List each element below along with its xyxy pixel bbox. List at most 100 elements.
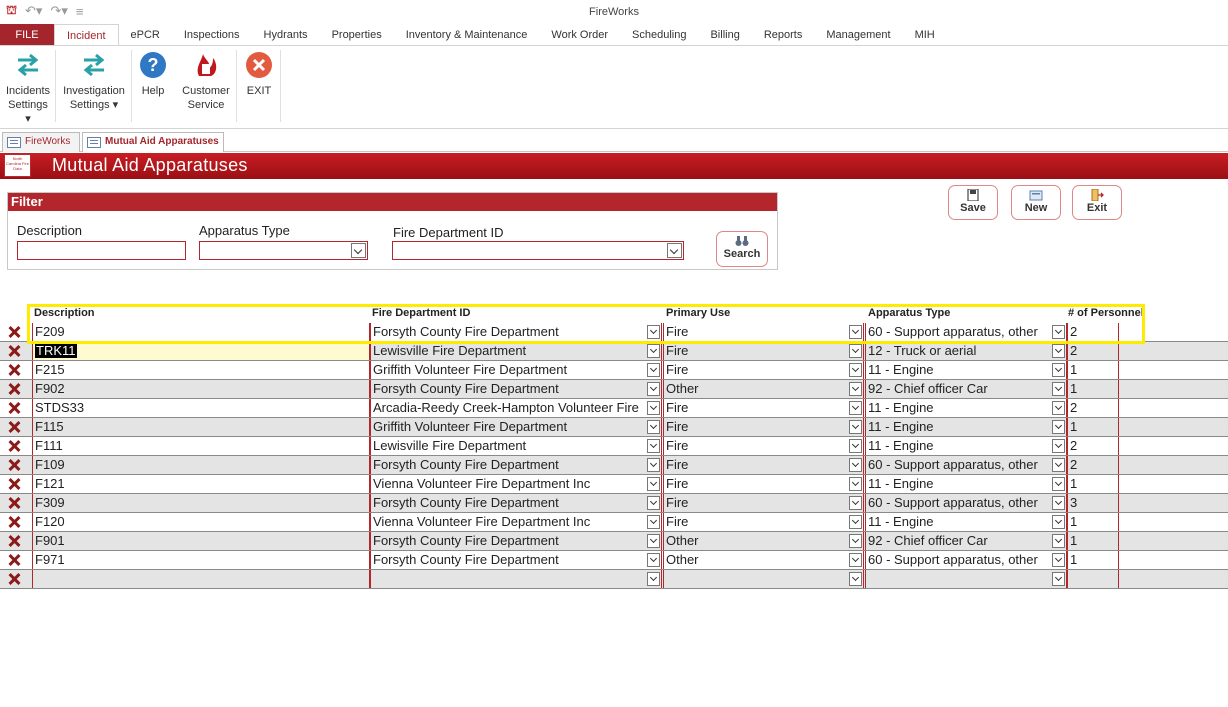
cell-personnel[interactable]: 3 (1067, 494, 1119, 512)
delete-row-icon[interactable] (6, 495, 22, 511)
delete-row-icon[interactable] (6, 324, 22, 340)
cell-type[interactable]: 11 - Engine (865, 418, 1067, 436)
cell-personnel[interactable]: 2 (1067, 456, 1119, 474)
cell-dept[interactable]: Griffith Volunteer Fire Department (370, 361, 662, 379)
cell-dept[interactable]: Forsyth County Fire Department (370, 380, 662, 398)
table-row[interactable] (0, 570, 1228, 589)
chevron-down-icon[interactable] (667, 243, 682, 258)
cell-personnel[interactable]: 1 (1067, 418, 1119, 436)
cell-description[interactable]: F115 (32, 418, 370, 436)
delete-row-icon[interactable] (6, 533, 22, 549)
cell-dept[interactable] (370, 570, 662, 588)
cell-personnel[interactable]: 2 (1067, 342, 1119, 360)
cell-use[interactable]: Other (663, 551, 864, 569)
delete-row-icon[interactable] (6, 400, 22, 416)
chevron-down-icon[interactable] (647, 344, 660, 358)
cell-personnel[interactable]: 2 (1067, 323, 1119, 341)
cell-use[interactable]: Fire (663, 418, 864, 436)
table-row[interactable]: F902 Forsyth County Fire Department Other 9… (0, 380, 1228, 399)
delete-row-icon[interactable] (6, 476, 22, 492)
chevron-down-icon[interactable] (849, 325, 862, 339)
cell-personnel[interactable]: 2 (1067, 399, 1119, 417)
table-row[interactable]: F309 Forsyth County Fire Department Fire 60… (0, 494, 1228, 513)
description-filter-input[interactable] (17, 241, 186, 260)
delete-row-icon[interactable] (6, 457, 22, 473)
chevron-down-icon[interactable] (1052, 363, 1065, 377)
chevron-down-icon[interactable] (647, 382, 660, 396)
chevron-down-icon[interactable] (849, 401, 862, 415)
cell-type[interactable]: 12 - Truck or aerial (865, 342, 1067, 360)
cell-type[interactable]: 60 - Support apparatus, other (865, 323, 1067, 341)
cell-dept[interactable]: Forsyth County Fire Department (370, 323, 662, 341)
chevron-down-icon[interactable] (1052, 382, 1065, 396)
chevron-down-icon[interactable] (1052, 458, 1065, 472)
cell-description[interactable]: F971 (32, 551, 370, 569)
chevron-down-icon[interactable] (647, 325, 660, 339)
doc-tab-fireworks[interactable]: FireWorks (2, 132, 80, 152)
cell-personnel[interactable] (1067, 570, 1119, 588)
cell-dept[interactable]: Forsyth County Fire Department (370, 456, 662, 474)
chevron-down-icon[interactable] (849, 534, 862, 548)
cell-type[interactable]: 60 - Support apparatus, other (865, 551, 1067, 569)
cell-use[interactable]: Fire (663, 513, 864, 531)
table-row[interactable]: F971 Forsyth County Fire Department Other 6… (0, 551, 1228, 570)
cell-description[interactable]: F209 (32, 323, 370, 341)
chevron-down-icon[interactable] (647, 572, 660, 586)
cell-description[interactable]: STDS33 (32, 399, 370, 417)
cell-use[interactable]: Fire (663, 399, 864, 417)
cell-dept[interactable]: Arcadia-Reedy Creek-Hampton Volunteer Fi… (370, 399, 662, 417)
investigation-settings-button[interactable]: Investigation Settings ▾ (60, 50, 128, 112)
table-row[interactable]: F109 Forsyth County Fire Department Fire 60… (0, 456, 1228, 475)
table-row[interactable]: F115 Griffith Volunteer Fire Department Fi… (0, 418, 1228, 437)
chevron-down-icon[interactable] (1052, 325, 1065, 339)
cell-personnel[interactable]: 1 (1067, 513, 1119, 531)
cell-dept[interactable]: Vienna Volunteer Fire Department Inc (370, 475, 662, 493)
cell-dept[interactable]: Lewisville Fire Department (370, 342, 662, 360)
column-header-personnel[interactable]: # of Personnel (1068, 304, 1144, 322)
chevron-down-icon[interactable] (647, 420, 660, 434)
tab-properties[interactable]: Properties (320, 24, 394, 46)
cell-use[interactable]: Fire (663, 475, 864, 493)
chevron-down-icon[interactable] (1052, 439, 1065, 453)
tab-epcr[interactable]: ePCR (119, 24, 172, 46)
cell-use[interactable]: Fire (663, 456, 864, 474)
chevron-down-icon[interactable] (1052, 420, 1065, 434)
chevron-down-icon[interactable] (1052, 477, 1065, 491)
table-row[interactable]: F209 Forsyth County Fire Department Fire 60… (0, 323, 1228, 342)
delete-row-icon[interactable] (6, 343, 22, 359)
cell-description[interactable]: F902 (32, 380, 370, 398)
chevron-down-icon[interactable] (849, 382, 862, 396)
cell-description[interactable]: F901 (32, 532, 370, 550)
chevron-down-icon[interactable] (849, 344, 862, 358)
delete-row-icon[interactable] (6, 438, 22, 454)
cell-type[interactable] (865, 570, 1067, 588)
cell-use[interactable]: Other (663, 380, 864, 398)
cell-personnel[interactable]: 1 (1067, 361, 1119, 379)
cell-personnel[interactable]: 1 (1067, 380, 1119, 398)
cell-dept[interactable]: Forsyth County Fire Department (370, 532, 662, 550)
cell-description[interactable]: F121 (32, 475, 370, 493)
chevron-down-icon[interactable] (1052, 515, 1065, 529)
cell-dept[interactable]: Vienna Volunteer Fire Department Inc (370, 513, 662, 531)
chevron-down-icon[interactable] (647, 401, 660, 415)
cell-type[interactable]: 92 - Chief officer Car (865, 532, 1067, 550)
tab-billing[interactable]: Billing (698, 24, 751, 46)
chevron-down-icon[interactable] (849, 458, 862, 472)
chevron-down-icon[interactable] (647, 477, 660, 491)
table-row[interactable]: F121 Vienna Volunteer Fire Department Inc… (0, 475, 1228, 494)
cell-type[interactable]: 60 - Support apparatus, other (865, 494, 1067, 512)
chevron-down-icon[interactable] (1052, 344, 1065, 358)
cell-description[interactable]: F111 (32, 437, 370, 455)
tab-reports[interactable]: Reports (752, 24, 815, 46)
chevron-down-icon[interactable] (849, 420, 862, 434)
chevron-down-icon[interactable] (849, 572, 862, 586)
chevron-down-icon[interactable] (647, 458, 660, 472)
tab-inspections[interactable]: Inspections (172, 24, 252, 46)
chevron-down-icon[interactable] (849, 477, 862, 491)
column-header-primary-use[interactable]: Primary Use (666, 304, 730, 322)
cell-use[interactable]: Fire (663, 494, 864, 512)
delete-row-icon[interactable] (6, 362, 22, 378)
chevron-down-icon[interactable] (849, 496, 862, 510)
cell-description[interactable]: F109 (32, 456, 370, 474)
chevron-down-icon[interactable] (849, 553, 862, 567)
